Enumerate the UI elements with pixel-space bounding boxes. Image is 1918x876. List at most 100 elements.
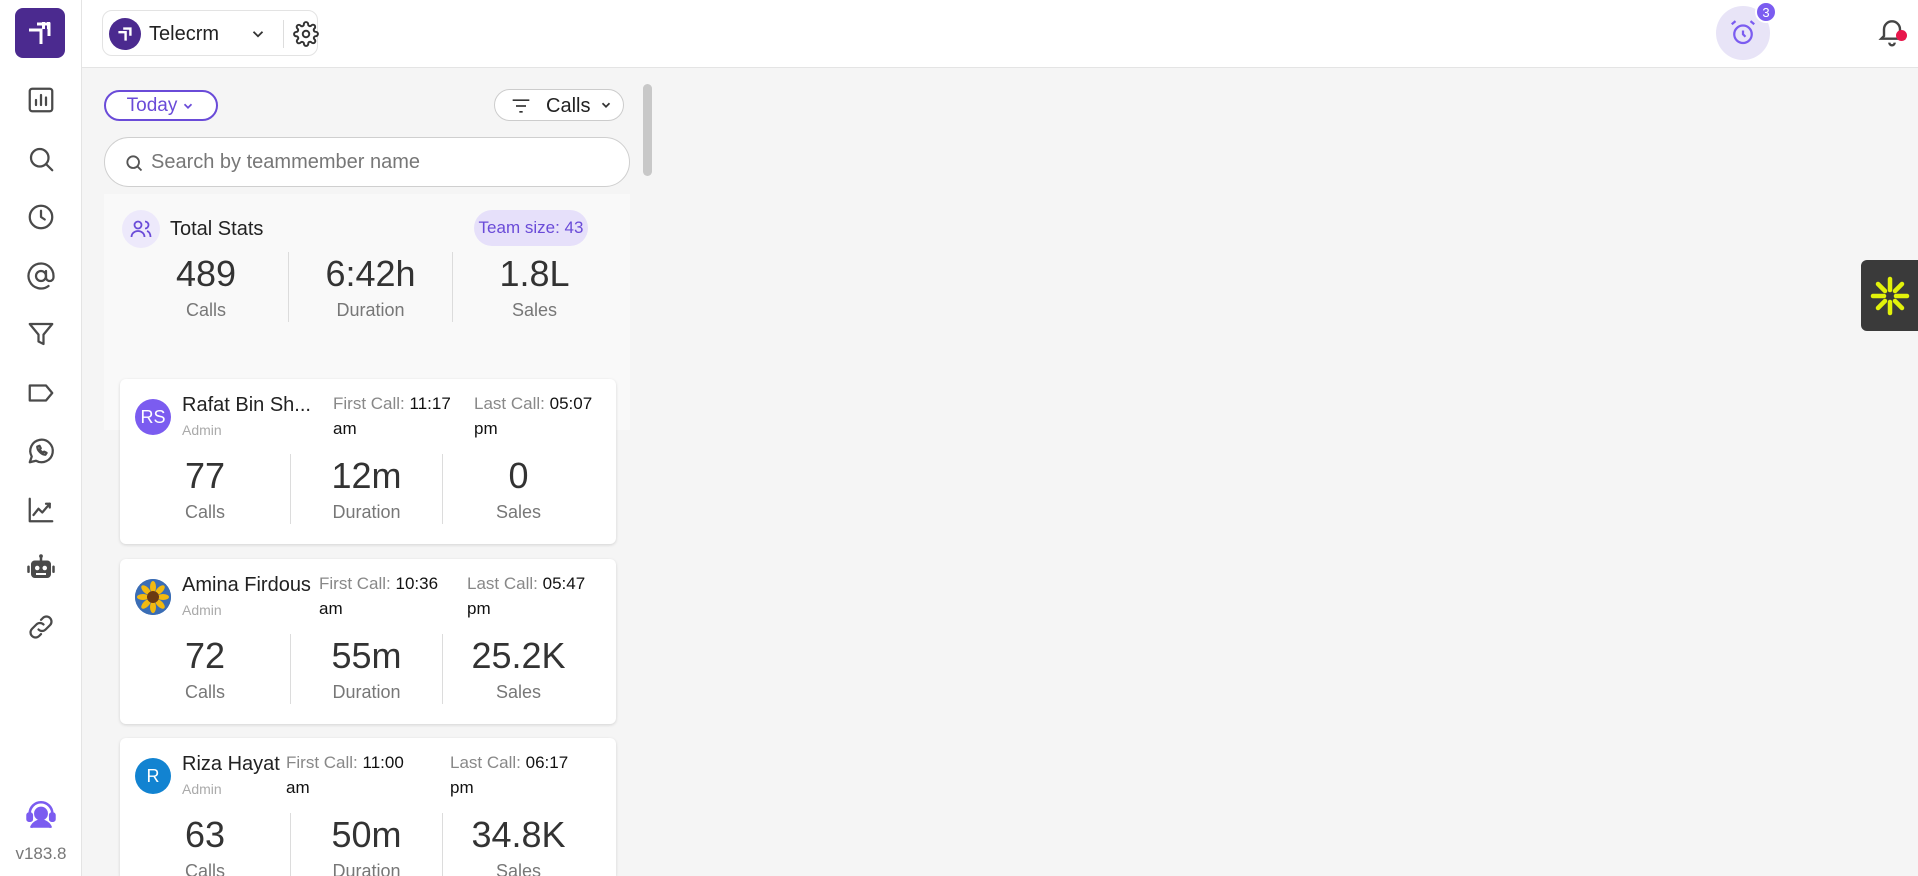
avatar: RS [135, 399, 171, 435]
total-stats-title: Total Stats [170, 218, 264, 240]
member-name: Riza Hayat [182, 753, 280, 775]
total-duration-label: Duration [336, 300, 405, 320]
duration-label: Duration [332, 502, 401, 522]
chevron-down-icon [252, 31, 264, 38]
member-stats-row: 77 Calls 12m Duration 0 Sales [120, 454, 616, 524]
calls-label: Calls [184, 682, 225, 702]
calls-label: Calls [184, 502, 225, 522]
first-call-label: First Call: [333, 394, 405, 413]
member-stats-row: 63 Calls 50m Duration 34.8K Sales [120, 813, 616, 876]
total-duration-stat: 6:42h Duration [288, 252, 452, 322]
sidebar-item-whatsapp[interactable] [21, 431, 61, 471]
first-call-value: 11:17 [409, 394, 451, 413]
duration-stat: 50m Duration [290, 813, 442, 876]
alarm-clock-icon [1731, 20, 1755, 45]
robot-icon [27, 554, 55, 578]
sales-value: 25.2K [471, 635, 566, 676]
sales-value: 0 [508, 455, 529, 496]
first-call-label: First Call: [286, 753, 358, 772]
calls-value: 72 [184, 635, 226, 676]
duration-label: Duration [332, 682, 401, 702]
panel-scrollbar[interactable] [643, 84, 652, 176]
calls-stat: 72 Calls [120, 634, 290, 704]
member-stats-row: 72 Calls 55m Duration 25.2K Sales [120, 634, 616, 704]
total-calls-label: Calls [185, 300, 226, 320]
first-call-ampm: am [333, 419, 357, 438]
first-call-time: First Call: 11:00 am [286, 750, 404, 800]
sort-dropdown-label: Calls [546, 95, 591, 117]
first-call-value: 11:00 [362, 753, 404, 772]
feedback-widget-button[interactable] [1861, 260, 1918, 331]
total-calls-value: 489 [175, 253, 237, 294]
sidebar-item-filters[interactable] [21, 314, 61, 354]
last-call-ampm: pm [474, 419, 498, 438]
sales-stat: 0 Sales [442, 454, 594, 524]
chevron-down-icon [601, 102, 611, 108]
member-card[interactable]: RS Rafat Bin Sh... Admin First Call: 11:… [120, 379, 616, 544]
first-call-value: 10:36 [395, 574, 439, 593]
total-stats-row: 489 Calls 6:42h Duration 1.8L Sales [124, 252, 616, 322]
app-logo[interactable] [15, 8, 65, 58]
left-sidebar: v183.8 [0, 0, 82, 876]
app-version: v183.8 [15, 844, 67, 863]
teammember-search[interactable] [104, 137, 630, 187]
duration-stat: 12m Duration [290, 454, 442, 524]
member-name: Amina Firdous [182, 574, 311, 596]
workspace-logo [109, 18, 141, 50]
member-role: Admin [182, 602, 222, 618]
sidebar-item-history[interactable] [21, 197, 61, 237]
total-calls-stat: 489 Calls [124, 252, 288, 322]
first-call-time: First Call: 10:36 am [319, 571, 438, 621]
last-call-label: Last Call: [467, 574, 538, 593]
sort-lines-icon [512, 99, 530, 113]
sidebar-item-dashboard[interactable] [21, 80, 61, 120]
support-agent-button[interactable] [22, 796, 60, 834]
calls-stat: 63 Calls [120, 813, 290, 876]
workspace-switcher[interactable]: Telecrm [102, 10, 319, 56]
date-filter-dropdown[interactable]: Today [104, 90, 218, 121]
total-duration-value: 6:42h [325, 253, 416, 294]
filter-icon [28, 322, 54, 346]
date-filter-label: Today [126, 94, 178, 116]
last-call-time: Last Call: 05:07 pm [474, 391, 592, 441]
first-call-ampm: am [319, 599, 343, 618]
sales-label: Sales [495, 502, 542, 522]
trending-up-icon [28, 497, 54, 523]
member-card[interactable]: R Riza Hayat Admin First Call: 11:00 am … [120, 738, 616, 876]
sidebar-item-integrations[interactable] [21, 607, 61, 647]
first-call-ampm: am [286, 778, 310, 797]
last-call-value: 05:07 [549, 394, 593, 413]
avatar [135, 579, 171, 615]
sidebar-item-reports[interactable] [21, 490, 61, 530]
sales-label: Sales [495, 682, 542, 702]
member-card[interactable]: Amina Firdous Admin First Call: 10:36 am… [120, 559, 616, 724]
sort-dropdown[interactable]: Calls [494, 89, 624, 121]
duration-label: Duration [332, 861, 401, 876]
telecrm-logo-icon [118, 27, 132, 41]
last-call-value: 06:17 [525, 753, 569, 772]
first-call-label: First Call: [319, 574, 391, 593]
sidebar-item-mentions[interactable] [21, 256, 61, 296]
gear-icon[interactable] [293, 21, 319, 47]
sidebar-item-search[interactable] [21, 139, 61, 179]
sidebar-item-automation[interactable] [21, 548, 61, 588]
duration-value: 55m [331, 635, 402, 676]
sidebar-item-tags[interactable] [21, 373, 61, 413]
first-call-time: First Call: 11:17 am [333, 391, 451, 441]
whatsapp-icon [28, 438, 54, 464]
sales-stat: 34.8K Sales [442, 813, 594, 876]
search-icon [126, 155, 143, 172]
telecrm-logo-icon [29, 22, 51, 44]
search-input[interactable] [151, 148, 611, 176]
last-call-time: Last Call: 05:47 pm [467, 571, 585, 621]
last-call-label: Last Call: [474, 394, 545, 413]
workspace-name: Telecrm [149, 23, 220, 45]
sales-value: 34.8K [471, 814, 566, 855]
top-bar: Telecrm 3 A [82, 0, 1918, 68]
total-sales-value: 1.8L [499, 253, 570, 294]
sunflower-avatar-icon [135, 579, 171, 615]
bar-chart-icon [28, 87, 54, 113]
duration-stat: 55m Duration [290, 634, 442, 704]
member-role: Admin [182, 422, 222, 438]
duration-value: 12m [331, 455, 402, 496]
